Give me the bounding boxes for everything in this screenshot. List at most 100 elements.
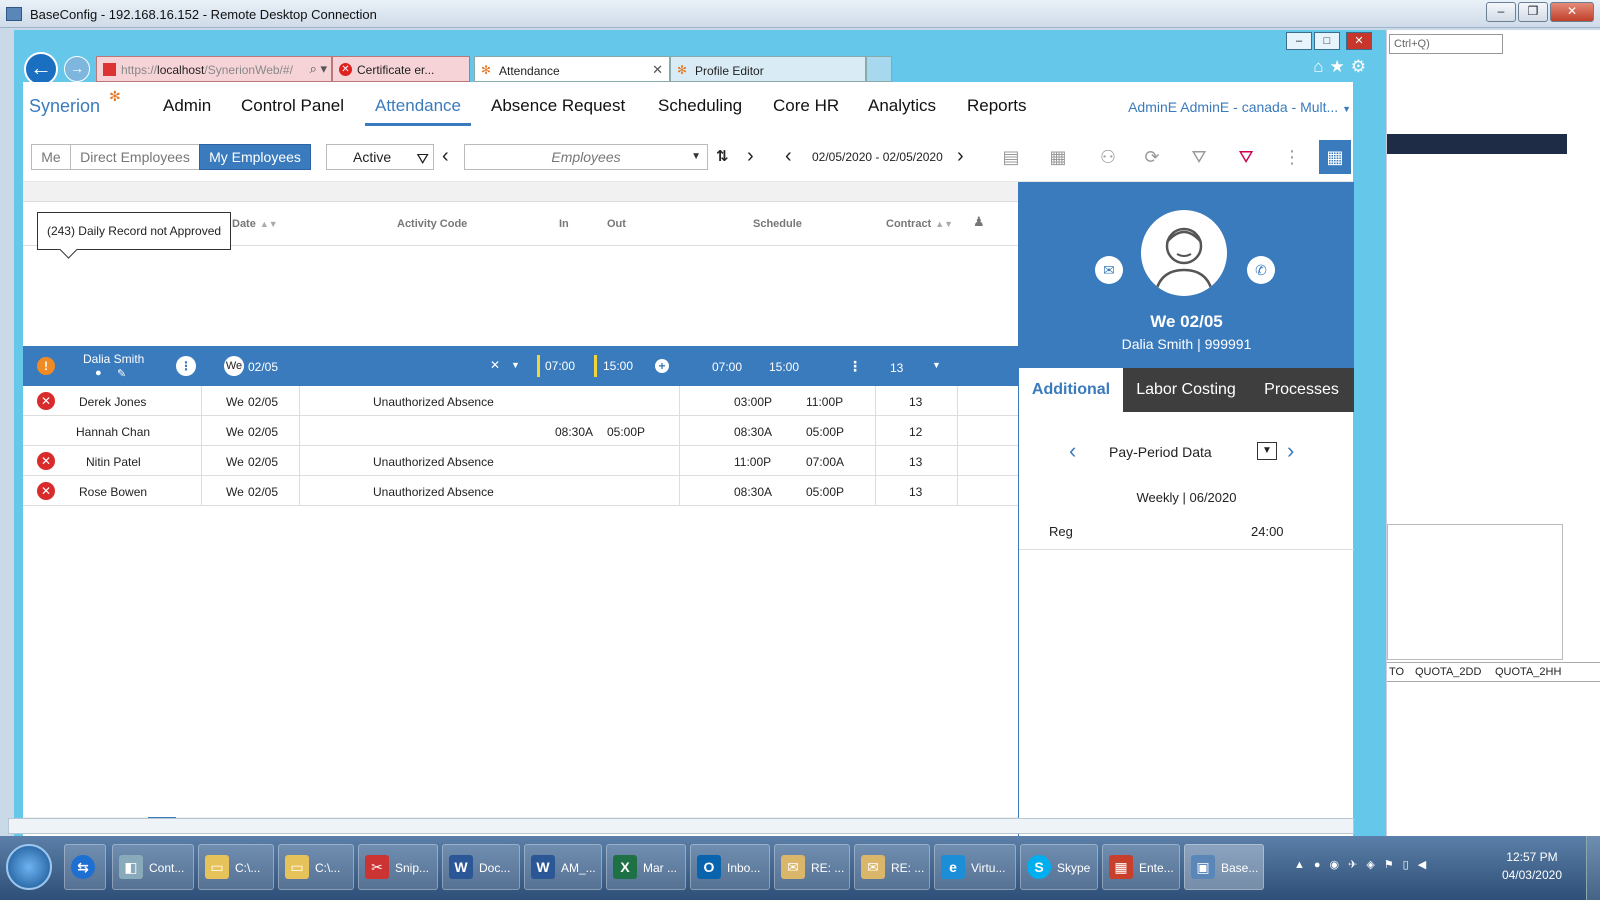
- grid-view-icon[interactable]: ▦: [1319, 140, 1351, 174]
- taskbar-item[interactable]: W AM_...: [524, 844, 602, 890]
- tab-profile-editor[interactable]: ✻ Profile Editor: [670, 56, 866, 82]
- back-arrow-icon[interactable]: ←: [24, 52, 58, 86]
- next-date-arrow-icon[interactable]: ›: [957, 145, 964, 167]
- tab-attendance[interactable]: ✻ Attendance ✕: [474, 56, 670, 82]
- clear-activity-icon[interactable]: ✕: [490, 358, 500, 372]
- row-in[interactable]: 07:00: [545, 359, 575, 373]
- column-header-date[interactable]: Date ▲▼: [232, 218, 278, 230]
- employee-name[interactable]: Derek Jones: [79, 395, 146, 409]
- new-tab-button[interactable]: [866, 56, 892, 82]
- nav-analytics[interactable]: Analytics: [868, 96, 936, 116]
- taskbar-item[interactable]: ▭ C:\...: [278, 844, 354, 890]
- nav-admin[interactable]: Admin: [163, 96, 211, 116]
- status-filter-select[interactable]: Active ⛛: [326, 144, 434, 170]
- nav-core-hr[interactable]: Core HR: [773, 96, 839, 116]
- row-in[interactable]: 08:30A: [555, 425, 593, 439]
- home-icon[interactable]: ⌂: [1313, 57, 1329, 76]
- nav-scheduling[interactable]: Scheduling: [658, 96, 742, 116]
- scope-my-employees-button[interactable]: My Employees: [199, 144, 311, 170]
- system-tray-icons[interactable]: ▲●◉✈◈⚑▯◀: [1294, 858, 1435, 871]
- show-desktop-button[interactable]: [1586, 836, 1600, 900]
- nav-absence-request[interactable]: Absence Request: [491, 96, 625, 116]
- search-dropdown-icon[interactable]: ⌕ ▾: [310, 61, 327, 77]
- add-punch-icon[interactable]: +: [655, 359, 669, 373]
- pay-period-dropdown[interactable]: ▼: [1257, 442, 1277, 460]
- employee-name[interactable]: Hannah Chan: [76, 425, 150, 439]
- calculator-icon[interactable]: ▦: [1045, 145, 1071, 169]
- export-excel-icon[interactable]: ▤: [998, 145, 1024, 169]
- table-row[interactable]: ✕ Derek Jones We 02/05 Unauthorized Abse…: [23, 386, 1018, 416]
- row-out[interactable]: 15:00: [603, 359, 633, 373]
- taskbar-item[interactable]: ✂ Snip...: [358, 844, 438, 890]
- column-header-activity-code[interactable]: Activity Code: [397, 218, 467, 230]
- date-range-picker[interactable]: 02/05/2020 - 02/05/2020: [812, 150, 943, 164]
- row-activity[interactable]: Unauthorized Absence: [373, 395, 494, 409]
- table-row[interactable]: ✕ Rose Bowen We 02/05 Unauthorized Absen…: [23, 476, 1018, 506]
- column-header-schedule[interactable]: Schedule: [753, 218, 802, 230]
- schedule-menu-icon[interactable]: ⋮: [848, 358, 862, 375]
- horizontal-scrollbar[interactable]: [8, 818, 1354, 834]
- more-options-icon[interactable]: ⋮: [1279, 145, 1305, 169]
- address-url[interactable]: https://localhost/SynerionWeb/#/: [121, 63, 301, 77]
- taskbar-item[interactable]: W Doc...: [442, 844, 520, 890]
- taskbar-item[interactable]: S Skype: [1020, 844, 1098, 890]
- nav-reports[interactable]: Reports: [967, 96, 1027, 116]
- teamviewer-task[interactable]: ⇆: [64, 844, 106, 890]
- tab-processes[interactable]: Processes: [1249, 368, 1354, 412]
- tab-labor-costing[interactable]: Labor Costing: [1123, 368, 1249, 412]
- group-approve-icon[interactable]: ⚇: [1091, 145, 1125, 169]
- taskbar-item[interactable]: e Virtu...: [934, 844, 1016, 890]
- nav-attendance[interactable]: Attendance: [364, 96, 472, 126]
- column-header-contract[interactable]: Contract ▲▼: [886, 218, 953, 230]
- filter-icon[interactable]: ⛛: [1186, 145, 1212, 169]
- employee-name[interactable]: Nitin Patel: [86, 455, 141, 469]
- browser-close-button[interactable]: ✕: [1346, 32, 1372, 50]
- employee-name[interactable]: Dalia Smith: [83, 352, 144, 366]
- row-activity[interactable]: Unauthorized Absence: [373, 485, 494, 499]
- edit-pencil-icon[interactable]: ✎: [117, 367, 126, 380]
- tab-additional[interactable]: Additional: [1019, 368, 1123, 412]
- prev-employee-arrow-icon[interactable]: ‹: [442, 145, 449, 167]
- system-clock[interactable]: 12:57 PM 04/03/2020: [1502, 848, 1562, 884]
- table-row[interactable]: ✕ Nitin Patel We 02/05 Unauthorized Abse…: [23, 446, 1018, 476]
- browser-minimize-button[interactable]: –: [1286, 32, 1312, 50]
- address-bar[interactable]: https://localhost/SynerionWeb/#/ ⌕ ▾: [96, 56, 332, 82]
- taskbar-item[interactable]: ▦ Ente...: [1102, 844, 1180, 890]
- user-menu[interactable]: AdminE AdminE - canada - Mult... ▼: [1128, 99, 1351, 115]
- chevron-down-icon[interactable]: ▼: [511, 360, 520, 370]
- selected-row[interactable]: ! Dalia Smith ● ✎ ⋮ We 02/05 ✕ ▼ 07:00 1…: [23, 346, 1018, 386]
- next-employee-arrow-icon[interactable]: ›: [747, 145, 754, 167]
- prev-period-arrow-icon[interactable]: ‹: [1069, 440, 1076, 462]
- taskbar-item[interactable]: ✉ RE: ...: [854, 844, 930, 890]
- quick-launch-input[interactable]: Ctrl+Q): [1389, 34, 1503, 54]
- scope-me-button[interactable]: Me: [31, 144, 71, 170]
- refresh-icon[interactable]: ⟳: [1139, 145, 1165, 169]
- rdp-close-button[interactable]: ✕: [1550, 2, 1594, 22]
- settings-gear-icon[interactable]: ⚙: [1351, 57, 1372, 76]
- taskbar-item[interactable]: X Mar ...: [606, 844, 686, 890]
- favorites-star-icon[interactable]: ★: [1330, 57, 1351, 76]
- employee-name[interactable]: Rose Bowen: [79, 485, 147, 499]
- taskbar-item-active[interactable]: ▣ Base...: [1184, 844, 1264, 890]
- row-activity[interactable]: Unauthorized Absence: [373, 455, 494, 469]
- certificate-error-tab[interactable]: ✕ Certificate er...: [332, 56, 470, 82]
- table-row[interactable]: Hannah Chan We 02/05 08:30A 05:00P 08:30…: [23, 416, 1018, 446]
- taskbar-item[interactable]: ▭ C:\...: [198, 844, 274, 890]
- prev-date-arrow-icon[interactable]: ‹: [785, 145, 792, 167]
- next-period-arrow-icon[interactable]: ›: [1287, 440, 1294, 462]
- phone-icon[interactable]: ✆: [1247, 256, 1275, 284]
- info-icon[interactable]: ⋮: [176, 356, 196, 376]
- nav-control-panel[interactable]: Control Panel: [241, 96, 344, 116]
- taskbar-item[interactable]: ◧ Cont...: [112, 844, 194, 890]
- start-button[interactable]: [6, 844, 52, 890]
- rdp-minimize-button[interactable]: –: [1486, 2, 1516, 22]
- synerion-logo[interactable]: Synerion ✻: [29, 88, 121, 117]
- close-tab-icon[interactable]: ✕: [652, 62, 663, 78]
- browser-restore-button[interactable]: □: [1314, 32, 1340, 50]
- column-header-in[interactable]: In: [559, 218, 569, 230]
- row-out[interactable]: 05:00P: [607, 425, 645, 439]
- chevron-down-icon[interactable]: ▼: [932, 360, 941, 370]
- email-icon[interactable]: ✉: [1095, 256, 1123, 284]
- column-header-out[interactable]: Out: [607, 218, 626, 230]
- clear-filter-icon[interactable]: ⛛: [1233, 145, 1259, 169]
